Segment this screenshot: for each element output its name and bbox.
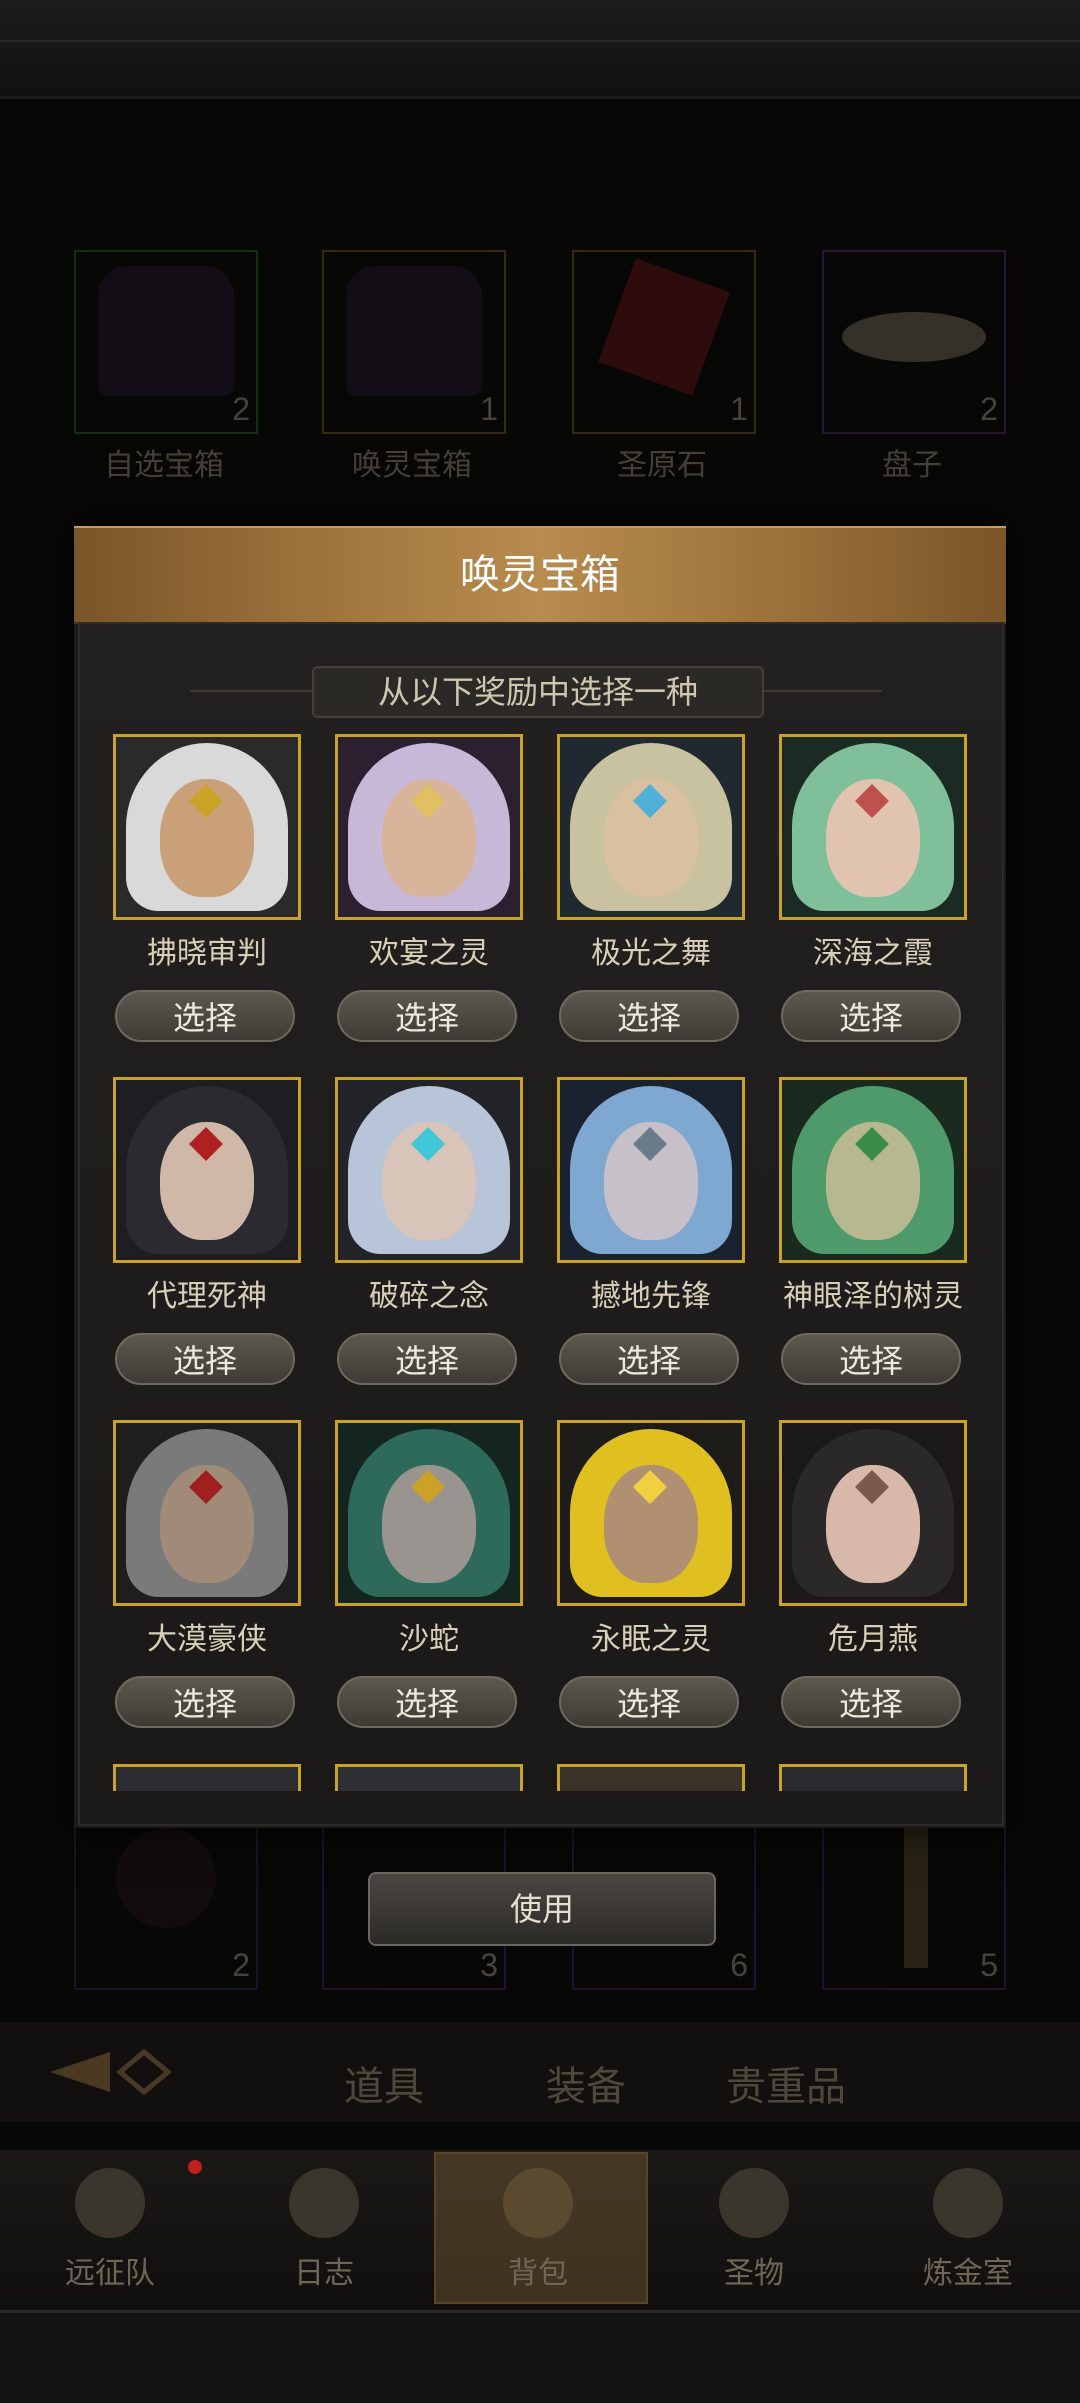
select-button[interactable]: 选择 <box>781 990 961 1042</box>
nav-backpack[interactable]: 背包 <box>438 2168 638 2298</box>
hero-card: 欢宴之灵 选择 <box>335 734 523 1042</box>
dialog-subtitle: 从以下奖励中选择一种 <box>312 666 764 718</box>
select-button[interactable]: 选择 <box>337 990 517 1042</box>
hero-portrait[interactable] <box>335 734 523 920</box>
hero-portrait[interactable] <box>335 1077 523 1263</box>
hero-card: 危月燕 选择 <box>779 1420 967 1728</box>
nav-label: 背包 <box>508 2256 568 2291</box>
divider <box>190 690 312 692</box>
hero-name: 沙蛇 <box>399 1622 459 1657</box>
hero-name: 大漠豪侠 <box>147 1622 267 1657</box>
hero-card: 深海之霞 选择 <box>779 734 967 1042</box>
hero-name: 破碎之念 <box>369 1279 489 1314</box>
hero-card: 永眠之灵 选择 <box>557 1420 745 1728</box>
hero-portrait[interactable] <box>113 734 301 920</box>
hero-portrait-partial[interactable] <box>335 1764 523 1791</box>
hero-name: 代理死神 <box>147 1279 267 1314</box>
hero-card: 极光之舞 选择 <box>557 734 745 1042</box>
hero-card: 撼地先锋 选择 <box>557 1077 745 1385</box>
select-button[interactable]: 选择 <box>559 990 739 1042</box>
hero-card: 沙蛇 选择 <box>335 1420 523 1728</box>
tab-items[interactable]: 道具 <box>344 2054 424 2112</box>
hero-portrait-partial[interactable] <box>779 1764 967 1791</box>
notification-dot <box>188 2160 202 2174</box>
hero-portrait[interactable] <box>779 1077 967 1263</box>
hero-name: 危月燕 <box>828 1622 918 1657</box>
helmet-icon <box>75 2168 145 2238</box>
top-bar <box>0 0 1080 99</box>
select-button[interactable]: 选择 <box>559 1676 739 1728</box>
nav-label: 炼金室 <box>923 2256 1013 2291</box>
hero-portrait[interactable] <box>113 1077 301 1263</box>
nav-label: 圣物 <box>724 2256 784 2291</box>
hero-name: 欢宴之灵 <box>369 936 489 971</box>
select-button[interactable]: 选择 <box>115 1676 295 1728</box>
nav-expedition[interactable]: 远征队 <box>10 2168 210 2298</box>
chalice-icon <box>719 2168 789 2238</box>
select-button[interactable]: 选择 <box>781 1333 961 1385</box>
hero-name: 撼地先锋 <box>591 1279 711 1314</box>
hero-portrait[interactable] <box>113 1420 301 1606</box>
dialog-title: 唤灵宝箱 <box>74 526 1006 624</box>
hero-portrait-partial[interactable] <box>557 1764 745 1791</box>
tab-valuables[interactable]: 贵重品 <box>726 2054 846 2112</box>
hero-name: 极光之舞 <box>591 936 711 971</box>
tab-equipment[interactable]: 装备 <box>546 2054 626 2112</box>
nav-label: 远征队 <box>65 2256 155 2291</box>
hero-portrait[interactable] <box>779 734 967 920</box>
hero-portrait[interactable] <box>557 1077 745 1263</box>
hero-card: 代理死神 选择 <box>113 1077 301 1385</box>
use-button[interactable]: 使用 <box>368 1872 716 1946</box>
nav-log[interactable]: 日志 <box>224 2168 424 2298</box>
select-button[interactable]: 选择 <box>559 1333 739 1385</box>
backpack-icon <box>503 2168 573 2238</box>
hero-portrait[interactable] <box>779 1420 967 1606</box>
scroll-icon <box>289 2168 359 2238</box>
hero-card: 拂晓审判 选择 <box>113 734 301 1042</box>
select-button[interactable]: 选择 <box>115 990 295 1042</box>
hero-portrait[interactable] <box>557 734 745 920</box>
nav-relics[interactable]: 圣物 <box>654 2168 854 2298</box>
hero-portrait[interactable] <box>557 1420 745 1606</box>
select-button[interactable]: 选择 <box>115 1333 295 1385</box>
select-button[interactable]: 选择 <box>781 1676 961 1728</box>
divider <box>760 690 882 692</box>
hero-portrait-partial[interactable] <box>113 1764 301 1791</box>
hero-portrait[interactable] <box>335 1420 523 1606</box>
hero-name: 永眠之灵 <box>591 1622 711 1657</box>
hero-name: 神眼泽的树灵 <box>783 1279 963 1314</box>
nav-alchemy[interactable]: 炼金室 <box>868 2168 1068 2298</box>
back-arrow-icon[interactable] <box>40 2040 180 2104</box>
hero-card: 神眼泽的树灵 选择 <box>779 1077 967 1385</box>
hero-name: 深海之霞 <box>813 936 933 971</box>
nav-label: 日志 <box>294 2256 354 2291</box>
hero-card: 大漠豪侠 选择 <box>113 1420 301 1728</box>
hero-name: 拂晓审判 <box>147 936 267 971</box>
hero-card: 破碎之念 选择 <box>335 1077 523 1385</box>
select-button[interactable]: 选择 <box>337 1676 517 1728</box>
select-button[interactable]: 选择 <box>337 1333 517 1385</box>
bottom-frame <box>0 2310 1080 2403</box>
alchemy-icon <box>933 2168 1003 2238</box>
